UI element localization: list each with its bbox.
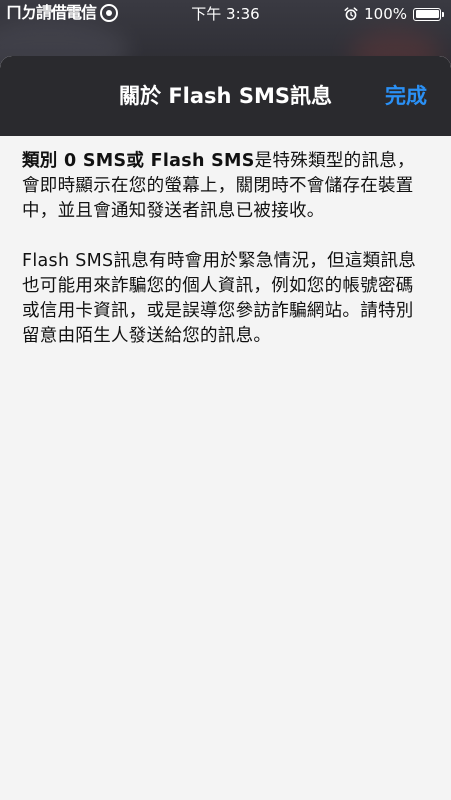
info-paragraph-1: 類別 0 SMS或 Flash SMS是特殊類型的訊息，會即時顯示在您的螢幕上，… bbox=[22, 149, 429, 224]
status-bar: ㄇㄉ請借電信 下午 3:36 100% bbox=[0, 0, 451, 28]
page-title: 關於 Flash SMS訊息 bbox=[119, 84, 332, 108]
status-indicators: 100% bbox=[344, 4, 444, 24]
info-paragraph-2: Flash SMS訊息有時會用於緊急情況，但這類訊息也可能用來詐騙您的個人資訊，… bbox=[22, 251, 417, 346]
battery-percentage: 100% bbox=[364, 5, 407, 23]
battery-icon bbox=[413, 7, 444, 21]
alarm-clock-icon bbox=[344, 7, 358, 21]
done-button[interactable]: 完成 bbox=[385, 82, 427, 110]
info-content: 類別 0 SMS或 Flash SMS是特殊類型的訊息，會即時顯示在您的螢幕上，… bbox=[0, 136, 451, 349]
about-flash-sms-sheet: 關於 Flash SMS訊息 完成 類別 0 SMS或 Flash SMS是特殊… bbox=[0, 56, 451, 800]
info-paragraph-1-bold: 類別 0 SMS或 Flash SMS bbox=[22, 151, 255, 171]
navigation-bar: 關於 Flash SMS訊息 完成 bbox=[0, 56, 451, 136]
battery-fill bbox=[415, 10, 439, 18]
